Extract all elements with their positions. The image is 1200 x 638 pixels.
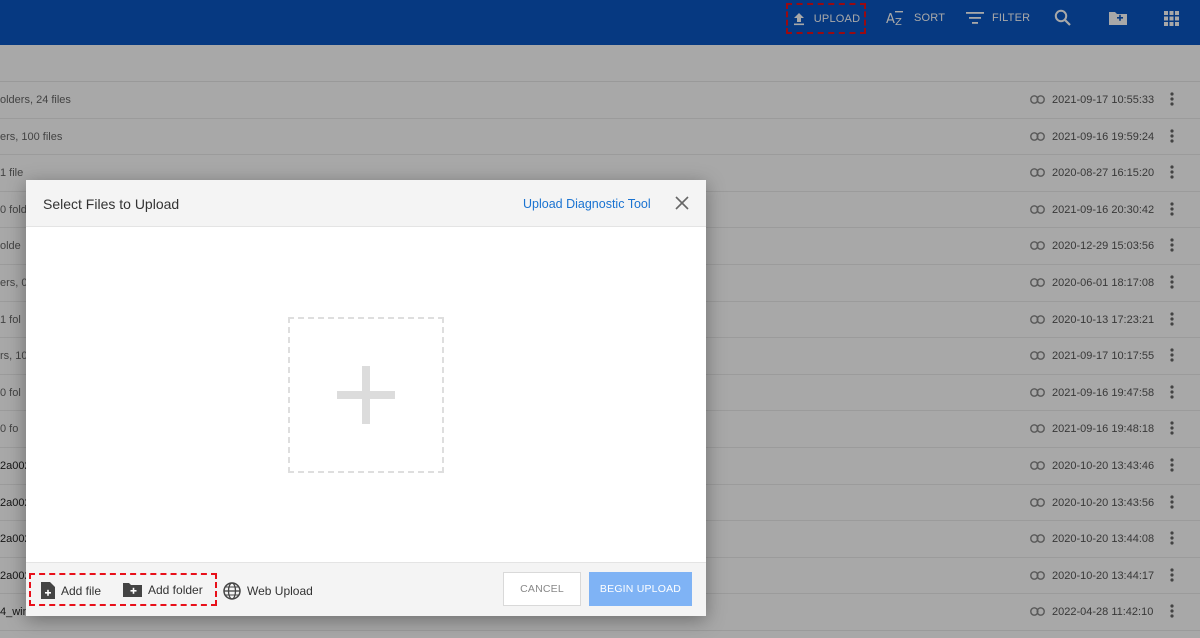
add-file-label: Add file	[61, 583, 102, 598]
add-folder-button[interactable]: Add folder	[123, 582, 203, 597]
close-icon	[675, 196, 689, 210]
drop-zone[interactable]	[288, 317, 444, 473]
begin-upload-button[interactable]: BEGIN UPLOAD	[589, 572, 692, 606]
web-upload-label: Web Upload	[247, 584, 313, 598]
dialog-title: Select Files to Upload	[43, 196, 180, 212]
web-upload-button[interactable]: Web Upload	[223, 582, 313, 600]
dialog-footer: Add file Add folder Web Upload CANCEL BE…	[26, 562, 706, 616]
add-file-button[interactable]: Add file	[41, 582, 101, 599]
plus-icon	[337, 366, 395, 424]
add-folder-icon	[123, 583, 142, 597]
dialog-header: Select Files to Upload Upload Diagnostic…	[26, 180, 706, 227]
upload-dialog: Select Files to Upload Upload Diagnostic…	[26, 180, 706, 616]
add-file-icon	[41, 582, 55, 599]
upload-diagnostic-tool-link[interactable]: Upload Diagnostic Tool	[523, 197, 651, 211]
cancel-button[interactable]: CANCEL	[503, 572, 581, 606]
add-folder-label: Add folder	[148, 582, 203, 597]
close-button[interactable]	[675, 196, 689, 215]
globe-icon	[223, 582, 241, 600]
